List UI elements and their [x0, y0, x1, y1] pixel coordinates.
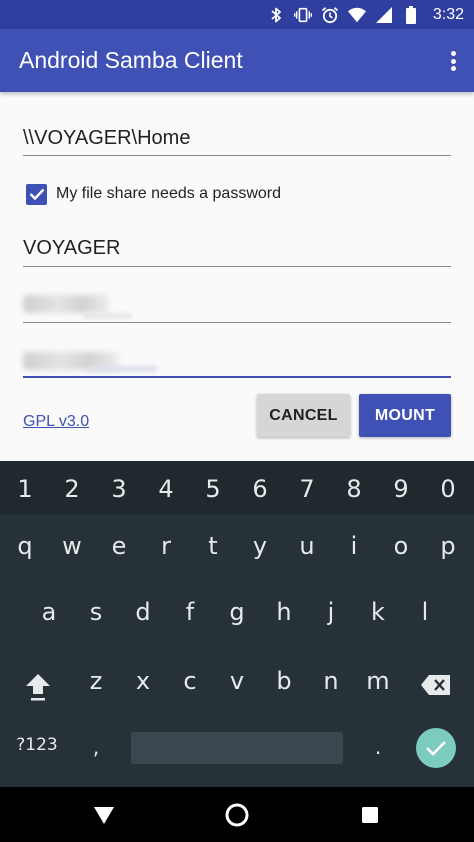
- key-7[interactable]: 7: [287, 475, 327, 503]
- password-checkbox-label: My file share needs a password: [56, 185, 281, 202]
- cancel-button[interactable]: CANCEL: [257, 394, 350, 437]
- key-period[interactable]: .: [358, 735, 398, 759]
- recent-apps-icon[interactable]: [356, 802, 384, 828]
- key-t[interactable]: t: [193, 532, 233, 560]
- back-icon[interactable]: [90, 802, 118, 828]
- key-y[interactable]: y: [240, 532, 280, 560]
- symbols-key[interactable]: ?123: [7, 735, 67, 755]
- space-key[interactable]: [131, 732, 343, 764]
- key-c[interactable]: c: [170, 667, 210, 695]
- key-p[interactable]: p: [428, 532, 468, 560]
- key-2[interactable]: 2: [52, 475, 92, 503]
- license-link[interactable]: GPL v3.0: [23, 413, 89, 431]
- key-d[interactable]: d: [123, 598, 163, 626]
- username-blurred-text: [23, 295, 109, 313]
- key-e[interactable]: e: [99, 532, 139, 560]
- key-z[interactable]: z: [76, 667, 116, 695]
- key-9[interactable]: 9: [381, 475, 421, 503]
- key-4[interactable]: 4: [146, 475, 186, 503]
- key-v[interactable]: v: [217, 667, 257, 695]
- alarm-icon: [321, 6, 339, 24]
- key-f[interactable]: f: [170, 598, 210, 626]
- bluetooth-icon: [267, 6, 285, 24]
- key-h[interactable]: h: [264, 598, 304, 626]
- battery-icon: [402, 5, 420, 24]
- enter-key[interactable]: [416, 728, 456, 768]
- wifi-icon: [347, 6, 366, 24]
- key-6[interactable]: 6: [240, 475, 280, 503]
- backspace-key-icon[interactable]: [420, 674, 452, 696]
- key-k[interactable]: k: [358, 598, 398, 626]
- password-checkbox-row[interactable]: My file share needs a password: [26, 182, 281, 206]
- key-comma[interactable]: ,: [76, 735, 116, 759]
- vibrate-icon: [293, 6, 312, 24]
- share-path-input[interactable]: \\VOYAGER\Home: [23, 122, 451, 156]
- key-u[interactable]: u: [287, 532, 327, 560]
- shift-key-icon[interactable]: [23, 671, 53, 703]
- password-checkbox[interactable]: [26, 183, 47, 205]
- soft-keyboard: 1 2 3 4 5 6 7 8 9 0 q w e r t y u i o p …: [0, 461, 474, 787]
- domain-input[interactable]: VOYAGER: [23, 232, 451, 267]
- key-s[interactable]: s: [76, 598, 116, 626]
- more-vert-icon[interactable]: [446, 49, 460, 73]
- key-8[interactable]: 8: [334, 475, 374, 503]
- navigation-bar: [0, 787, 474, 842]
- app-title: Android Samba Client: [19, 47, 243, 73]
- key-i[interactable]: i: [334, 532, 374, 560]
- key-o[interactable]: o: [381, 532, 421, 560]
- status-time: 3:32: [432, 5, 464, 23]
- key-m[interactable]: m: [358, 667, 398, 695]
- key-j[interactable]: j: [311, 598, 351, 626]
- password-input[interactable]: [23, 342, 451, 378]
- home-icon[interactable]: [223, 802, 251, 828]
- key-q[interactable]: q: [5, 532, 45, 560]
- key-n[interactable]: n: [311, 667, 351, 695]
- signal-icon: [375, 6, 393, 24]
- keyboard-number-row: 1 2 3 4 5 6 7 8 9 0: [0, 461, 474, 514]
- key-1[interactable]: 1: [5, 475, 45, 503]
- app-bar: Android Samba Client: [0, 29, 474, 92]
- key-l[interactable]: l: [405, 598, 445, 626]
- mount-button[interactable]: MOUNT: [359, 394, 451, 437]
- check-icon: [29, 188, 44, 201]
- key-0[interactable]: 0: [428, 475, 468, 503]
- key-r[interactable]: r: [146, 532, 186, 560]
- check-icon: [426, 741, 446, 756]
- key-g[interactable]: g: [217, 598, 257, 626]
- key-x[interactable]: x: [123, 667, 163, 695]
- key-w[interactable]: w: [52, 532, 92, 560]
- key-5[interactable]: 5: [193, 475, 233, 503]
- key-3[interactable]: 3: [99, 475, 139, 503]
- key-b[interactable]: b: [264, 667, 304, 695]
- username-input[interactable]: [23, 287, 451, 323]
- status-bar: 3:32: [0, 0, 474, 29]
- key-a[interactable]: a: [29, 598, 69, 626]
